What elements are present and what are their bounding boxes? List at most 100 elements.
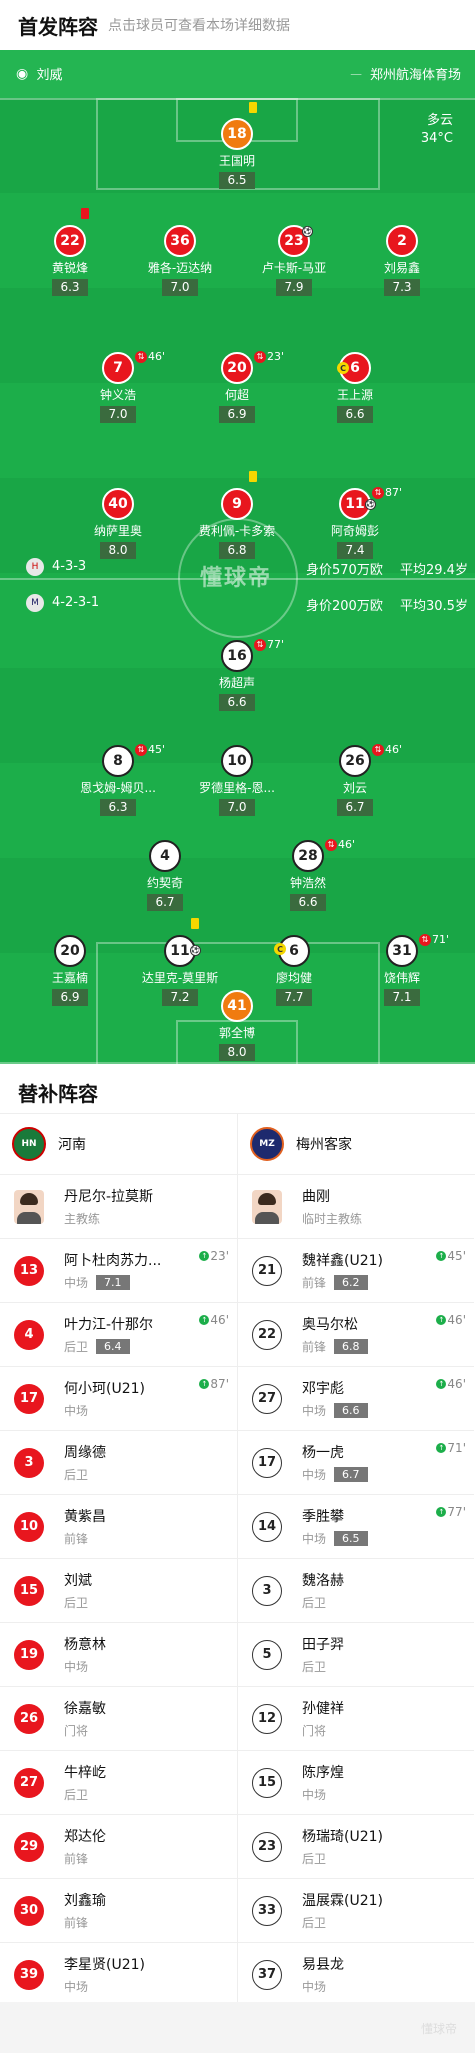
jersey-number: 4 xyxy=(14,1319,44,1350)
substitute-row[interactable]: 17 何小珂(U21) 中场 ↑ 87' xyxy=(0,1367,237,1431)
away-value: 身价200万欧 xyxy=(306,599,383,614)
away-player-10[interactable]: 41 郭全博 8.0 xyxy=(182,990,292,1061)
substitute-row[interactable]: 14 季胜攀 中场 6.5 ↑ 77' xyxy=(238,1495,474,1559)
referee-name: 刘威 xyxy=(36,68,63,83)
player-rating: 7.1 xyxy=(384,989,420,1006)
substitute-row[interactable]: 13 阿卜杜肉苏力... 中场 7.1 ↑ 23' xyxy=(0,1239,237,1303)
away-player-2[interactable]: 10 罗德里格-恩... 7.0 xyxy=(182,745,292,816)
player-name: 阿奇姆彭 xyxy=(330,524,379,538)
substitute-row[interactable]: 27 牛梓屹 后卫 xyxy=(0,1751,237,1815)
player-rating: 6.5 xyxy=(219,172,255,189)
sub-in-time: ↑ 46' xyxy=(436,1377,466,1391)
home-coach[interactable]: 丹尼尔-拉莫斯 主教练 xyxy=(0,1175,237,1239)
player-rating: 6.8 xyxy=(219,542,255,559)
substitute-name: 魏祥鑫(U21) xyxy=(302,1253,383,1269)
sub-in-time: ↑ 46' xyxy=(436,1313,466,1327)
substitute-row[interactable]: 4 叶力江-什那尔 后卫 6.4 ↑ 46' xyxy=(0,1303,237,1367)
player-name: 王国明 xyxy=(218,154,255,168)
jersey-number: 37 xyxy=(252,1959,282,1990)
home-player-6[interactable]: 20 何超 6.9 ⇅ 23' xyxy=(182,350,292,423)
home-player-7[interactable]: 6 王上源 6.6 xyxy=(300,352,410,423)
home-player-8[interactable]: 40 纳萨里奥 8.0 xyxy=(63,488,173,559)
home-player-5[interactable]: 7 钟义浩 7.0 ⇅ 46' xyxy=(63,350,173,423)
substitute-row[interactable]: 15 刘斌 后卫 xyxy=(0,1559,237,1623)
substitute-name: 何小珂(U21) xyxy=(64,1381,145,1397)
sub-in-time: ↑ 45' xyxy=(436,1249,466,1263)
substitute-position: 前锋 xyxy=(64,1916,89,1930)
home-player-3[interactable]: 23 卢卡斯-马亚 7.9 xyxy=(239,225,349,296)
substitute-row[interactable]: 12 孙健祥 门将 xyxy=(238,1687,474,1751)
substitute-row[interactable]: 33 温展霖(U21) 后卫 xyxy=(238,1879,474,1943)
player-rating: 6.3 xyxy=(100,799,136,816)
substitute-row[interactable]: 17 杨一虎 中场 6.7 ↑ 71' xyxy=(238,1431,474,1495)
substitute-row[interactable]: 27 邓宇彪 中场 6.6 ↑ 46' xyxy=(238,1367,474,1431)
away-player-0[interactable]: 16 杨超声 6.6 ⇅ 77' xyxy=(182,638,292,711)
jersey-number: 21 xyxy=(252,1255,282,1286)
player-rating: 6.6 xyxy=(219,694,255,711)
substitute-row[interactable]: 21 魏祥鑫(U21) 前锋 6.2 ↑ 45' xyxy=(238,1239,474,1303)
away-player-1[interactable]: 8 恩戈姆-姆贝... 6.3 ⇅ 45' xyxy=(63,743,173,816)
substitute-position: 中场 xyxy=(302,1788,327,1802)
substitution-icon: ⇅ 23' xyxy=(254,350,284,363)
jersey-number: 22 xyxy=(54,225,86,257)
away-team-logo-icon: M xyxy=(26,594,44,612)
player-name: 杨超声 xyxy=(218,676,255,690)
yellow-card-icon xyxy=(249,102,257,113)
substitute-row[interactable]: 39 李星贤(U21) 中场 xyxy=(0,1943,237,2007)
substitute-name: 杨意林 xyxy=(64,1637,106,1653)
substitute-name: 徐嘉敏 xyxy=(64,1701,106,1717)
substitute-position: 中场 xyxy=(64,1404,89,1418)
substitute-rating: 6.8 xyxy=(334,1339,368,1354)
away-team-tab[interactable]: MZ 梅州客家 xyxy=(237,1114,474,1174)
player-name: 刘云 xyxy=(342,781,367,795)
substitute-position: 后卫 xyxy=(64,1468,89,1482)
home-team-name: 河南 xyxy=(58,1137,86,1153)
substitution-minute: 77' xyxy=(267,638,285,651)
whistle-icon: ◉ xyxy=(16,65,29,82)
substitution-minute: 71' xyxy=(432,933,450,946)
page-title: 首发阵容 xyxy=(18,14,98,39)
substitute-name: 田子羿 xyxy=(302,1637,344,1653)
away-player-3[interactable]: 26 刘云 6.7 ⇅ 46' xyxy=(300,743,410,816)
substitute-row[interactable]: 15 陈序煌 中场 xyxy=(238,1751,474,1815)
away-player-5[interactable]: 28 钟浩然 6.6 ⇅ 46' xyxy=(253,838,363,911)
away-player-9[interactable]: 31 饶伟辉 7.1 ⇅ 71' xyxy=(347,933,457,1006)
substitute-row[interactable]: 23 杨瑞琦(U21) 后卫 xyxy=(238,1815,474,1879)
player-name: 王上源 xyxy=(336,388,373,402)
away-player-6[interactable]: 20 王嘉楠 6.9 xyxy=(15,935,125,1006)
jersey-number: 15 xyxy=(14,1575,44,1606)
home-player-0[interactable]: 18 王国明 6.5 xyxy=(182,118,292,189)
substitute-row[interactable]: 3 魏洛赫 后卫 xyxy=(238,1559,474,1623)
away-subs-column: 曲刚 临时主教练 21 魏祥鑫(U21) 前锋 6.2 ↑ 45' 22 奥马尔松 前锋 6.8 ↑… xyxy=(237,1175,474,2007)
home-player-9[interactable]: 9 费利佩-卡多索 6.8 xyxy=(182,488,292,559)
substitute-row[interactable]: 5 田子羿 后卫 xyxy=(238,1623,474,1687)
away-coach[interactable]: 曲刚 临时主教练 xyxy=(238,1175,474,1239)
substitute-name: 牛梓屹 xyxy=(64,1765,106,1781)
substitute-name: 刘鑫瑜 xyxy=(64,1893,106,1909)
substitute-row[interactable]: 26 徐嘉敏 门将 xyxy=(0,1687,237,1751)
substitute-row[interactable]: 30 刘鑫瑜前锋 xyxy=(0,1879,237,1943)
substitute-position: 中场 xyxy=(302,1980,327,1994)
avatar xyxy=(14,1189,44,1224)
lineup-header: 首发阵容 点击球员可查看本场详细数据 xyxy=(0,0,475,50)
home-team-tab[interactable]: HN 河南 xyxy=(0,1114,237,1174)
footer: 懂球帝 xyxy=(0,2002,475,2053)
goal-ball-icon: ⚽ xyxy=(302,226,313,237)
home-player-4[interactable]: 2 刘易鑫 7.3 xyxy=(347,225,457,296)
player-name: 黄锐烽 xyxy=(51,261,88,275)
player-name: 恩戈姆-姆贝... xyxy=(80,781,156,795)
substitute-name: 叶力江-什那尔 xyxy=(64,1317,154,1333)
away-player-4[interactable]: 4 约契奇 6.7 xyxy=(110,840,220,911)
substitute-name: 季胜攀 xyxy=(302,1509,344,1525)
substitute-row[interactable]: 3 周缘德 后卫 xyxy=(0,1431,237,1495)
substitute-row[interactable]: 37 易县龙 中场 xyxy=(238,1943,474,2007)
substitute-rating: 6.6 xyxy=(334,1403,368,1418)
substitute-row[interactable]: 22 奥马尔松 前锋 6.8 ↑ 46' xyxy=(238,1303,474,1367)
home-player-1[interactable]: 22 黄锐烽 6.3 xyxy=(15,225,125,296)
home-player-10[interactable]: 11 阿奇姆彭 7.4 ⇅ 87' xyxy=(300,486,410,559)
substitute-row[interactable]: 19 杨意林 中场 xyxy=(0,1623,237,1687)
home-player-2[interactable]: 36 雅各-迈达纳 7.0 xyxy=(125,225,235,296)
substitute-row[interactable]: 10 黄紫昌 前锋 xyxy=(0,1495,237,1559)
substitute-row[interactable]: 29 郑达伦 前锋 xyxy=(0,1815,237,1879)
jersey-number: 30 xyxy=(14,1895,44,1926)
